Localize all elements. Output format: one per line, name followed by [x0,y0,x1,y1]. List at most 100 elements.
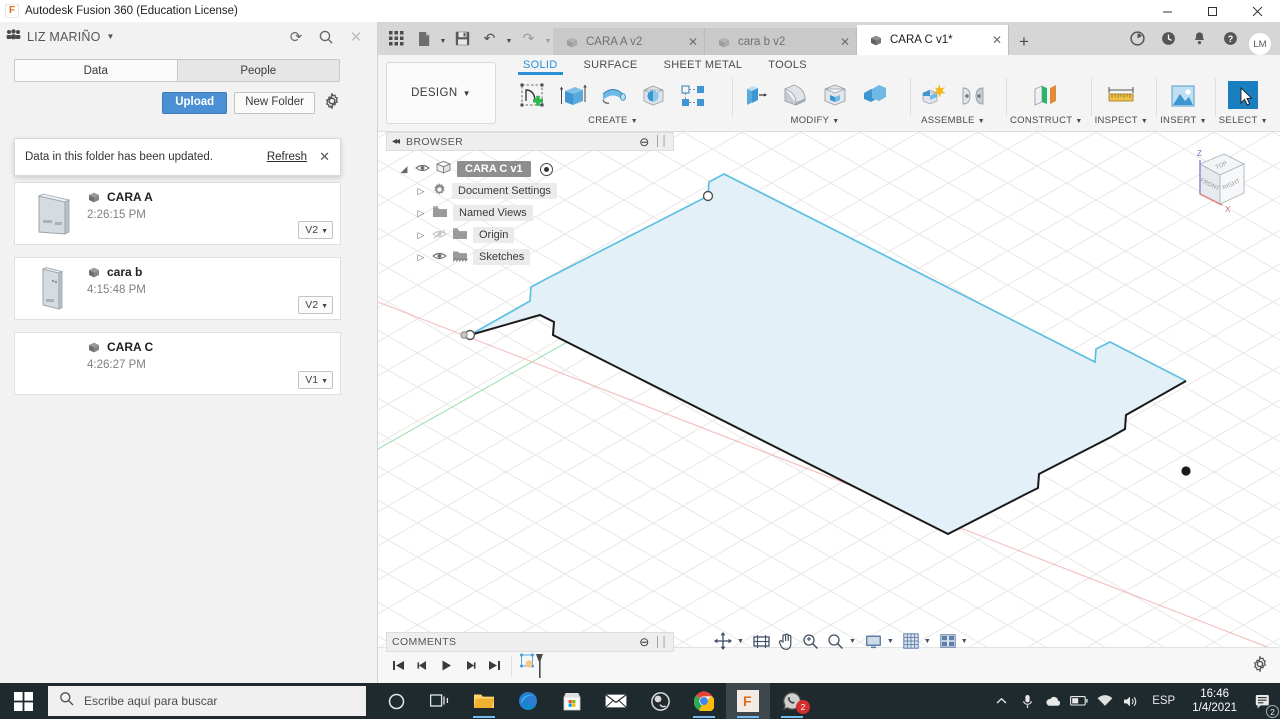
avatar[interactable]: LM [1249,33,1271,55]
tab-tools[interactable]: TOOLS [755,59,820,71]
press-pull-icon[interactable] [736,76,774,116]
new-component-icon[interactable] [914,76,952,116]
redo-icon[interactable]: ↷ [516,25,541,52]
expand-triangle-icon[interactable]: ▷ [415,230,427,241]
activate-component-radio[interactable] [539,162,553,176]
close-icon[interactable]: ✕ [319,149,330,165]
close-icon[interactable]: ✕ [830,35,850,49]
timeline-play-button[interactable] [434,654,458,678]
list-item[interactable]: CARA A 2:26:15 PM V2 ▼ [14,182,341,245]
list-item[interactable]: CARA C 4:26:27 PM V1 ▼ [14,332,341,395]
upload-button[interactable]: Upload [162,92,228,114]
expand-triangle-icon[interactable]: ▷ [415,208,427,219]
timeline-go-start-button[interactable] [386,654,410,678]
comments-panel[interactable]: COMMENTS ⊖ ││ [386,632,674,652]
browser-node-document-settings[interactable]: ▷ Document Settings [386,180,674,202]
expand-triangle-icon[interactable]: ▷ [415,186,427,197]
onedrive-icon[interactable] [1040,683,1066,719]
chevron-down-icon[interactable]: ▼ [543,25,553,52]
search-input[interactable]: Escribe aquí para buscar [48,686,366,716]
wifi-icon[interactable] [1092,683,1118,719]
timeline-feature-sketch[interactable] [517,653,547,678]
tab-sheet-metal[interactable]: SHEET METAL [651,59,756,71]
expand-triangle-icon[interactable]: ◢ [398,164,410,175]
orbit-icon[interactable] [711,630,735,652]
tab-surface[interactable]: SURFACE [571,59,651,71]
insert-image-icon[interactable] [1162,76,1204,116]
save-icon[interactable] [450,25,475,52]
refresh-icon[interactable]: ⟳ [281,22,311,51]
chevron-down-icon[interactable]: ▼ [737,638,748,645]
search-icon[interactable] [311,22,341,51]
chevron-down-icon[interactable]: ▼ [438,25,448,52]
chevron-down-icon[interactable]: ▼ [504,25,514,52]
document-tab-cara-b[interactable]: cara b v2 ✕ [705,28,857,55]
viewports-icon[interactable] [937,630,959,652]
close-icon[interactable]: ✕ [982,33,1002,47]
file-version-badge[interactable]: V1 ▼ [298,370,333,389]
tab-data[interactable]: Data [15,60,178,81]
document-tab-cara-a[interactable]: CARA A v2 ✕ [553,28,705,55]
chevron-down-icon[interactable]: ▼ [924,638,935,645]
visibility-eye-icon[interactable] [432,251,447,264]
pattern-icon[interactable] [674,76,712,116]
chevron-down-icon[interactable]: ▼ [849,638,860,645]
timeline-step-forward-button[interactable] [458,654,482,678]
browser-node-origin[interactable]: ▷ Origin [386,224,674,246]
file-explorer-icon[interactable] [462,683,506,719]
show-hidden-icons-chevron[interactable] [988,683,1014,719]
new-folder-button[interactable]: New Folder [234,92,315,114]
recent-activity-icon[interactable] [1153,22,1184,55]
look-at-icon[interactable] [750,630,773,652]
refresh-link[interactable]: Refresh [267,151,307,163]
workspace-switcher-button[interactable]: DESIGN ▼ [386,62,496,124]
file-version-badge[interactable]: V2 ▼ [298,220,333,239]
collapse-icon[interactable]: ◂◂ [392,136,400,147]
tab-people[interactable]: People [178,60,340,81]
close-button[interactable] [1235,0,1280,22]
browser-node-sketches[interactable]: ▷ Sketches [386,246,674,268]
offset-plane-icon[interactable] [1025,76,1067,116]
browser-node-root[interactable]: ◢ CARA C v1 [386,158,674,180]
browser-grip-icon[interactable]: ││ [655,136,668,147]
revolve-icon[interactable] [594,76,632,116]
chrome-icon[interactable] [682,683,726,719]
volume-icon[interactable] [1118,683,1144,719]
cortana-icon[interactable] [374,683,418,719]
whatsapp-icon[interactable]: 2 [770,683,814,719]
minimize-button[interactable] [1145,0,1190,22]
comments-grip-icon[interactable]: ││ [655,637,668,648]
fusion360-icon[interactable]: F [726,683,770,719]
edge-icon[interactable] [506,683,550,719]
viewport-canvas[interactable]: TOP FRONT RIGHT Z X ◂◂ BROWSER ⊖ ││ ◢ CA… [378,132,1280,658]
close-icon[interactable]: ✕ [678,35,698,49]
timeline-step-back-button[interactable] [410,654,434,678]
notifications-bell-icon[interactable] [1184,22,1215,55]
create-sketch-icon[interactable] [514,76,552,116]
zoom-window-icon[interactable] [799,630,822,652]
measure-icon[interactable] [1100,76,1142,116]
maximize-button[interactable] [1190,0,1235,22]
microsoft-store-icon[interactable] [550,683,594,719]
help-icon[interactable]: ? [1215,22,1246,55]
new-file-icon[interactable] [411,25,436,52]
user-menu-caret-icon[interactable]: ▼ [107,32,115,41]
list-item[interactable]: cara b 4:15:48 PM V2 ▼ [14,257,341,320]
browser-node-named-views[interactable]: ▷ Named Views [386,202,674,224]
new-document-tab-button[interactable]: + [1009,28,1039,55]
file-version-badge[interactable]: V2 ▼ [298,295,333,314]
notification-center-icon[interactable]: 2 [1246,683,1280,719]
chevron-down-icon[interactable]: ▼ [887,638,898,645]
combine-icon[interactable] [856,76,894,116]
shell-icon[interactable] [816,76,854,116]
select-cursor-icon[interactable] [1222,76,1264,116]
comments-minimize-icon[interactable]: ⊖ [639,635,649,649]
language-indicator[interactable]: ESP [1144,695,1183,707]
undo-icon[interactable]: ↶ [477,25,502,52]
fillet-icon[interactable] [776,76,814,116]
sphere-icon[interactable] [634,76,672,116]
tab-solid[interactable]: SOLID [510,59,571,75]
fit-view-icon[interactable] [824,630,847,652]
expand-triangle-icon[interactable]: ▷ [415,252,427,263]
document-tab-cara-c[interactable]: CARA C v1* ✕ [857,25,1009,55]
